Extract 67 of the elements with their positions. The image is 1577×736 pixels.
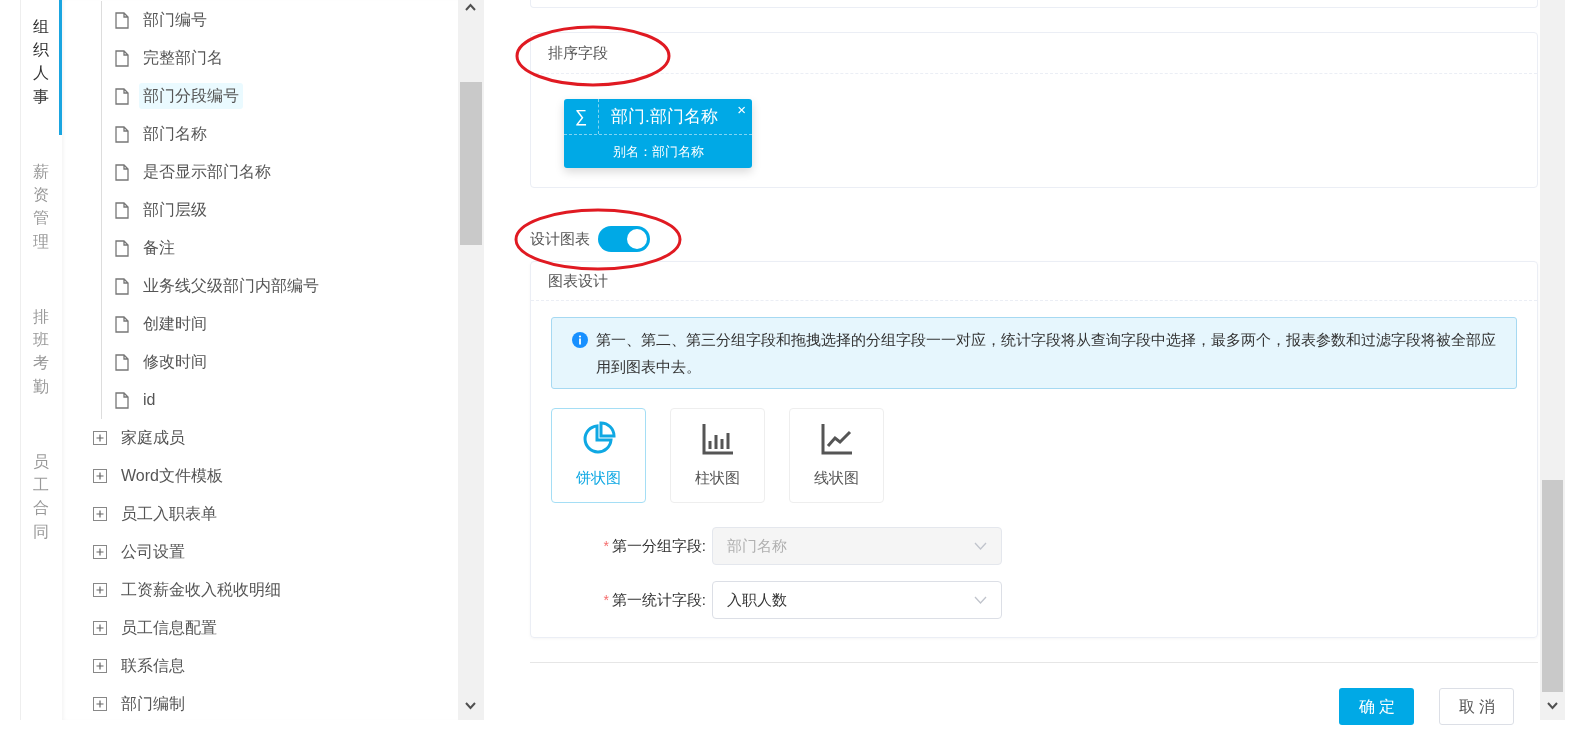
tree-item[interactable]: 部门层级 <box>139 197 211 223</box>
expand-icon[interactable] <box>93 697 107 711</box>
scrollbar-thumb[interactable] <box>1542 480 1563 692</box>
field-label: 第一统计字段: <box>611 589 706 610</box>
scrollbar[interactable] <box>1540 0 1565 720</box>
chart-type-label: 线状图 <box>814 468 859 489</box>
tree-item[interactable]: 公司设置 <box>117 539 189 565</box>
toggle-switch[interactable] <box>598 226 650 252</box>
file-icon <box>115 391 129 409</box>
scroll-down-icon[interactable] <box>1547 702 1558 710</box>
tree-item[interactable]: 业务线父级部门内部编号 <box>139 273 323 299</box>
tree-item[interactable]: 工资薪金收入税收明细 <box>117 577 285 603</box>
toggle-label: 设计图表 <box>530 228 590 249</box>
scrollbar-thumb[interactable] <box>460 82 482 245</box>
info-icon <box>572 332 588 348</box>
tree-item[interactable]: id <box>139 387 160 413</box>
expand-icon[interactable] <box>93 659 107 673</box>
tree-item[interactable]: 部门名称 <box>139 121 211 147</box>
tree-item[interactable]: 创建时间 <box>139 311 211 337</box>
scrollbar[interactable] <box>458 0 484 720</box>
section-title: 排序字段 <box>548 42 608 63</box>
tree-item[interactable]: 家庭成员 <box>117 425 189 451</box>
tree-item[interactable]: 部门编制 <box>117 691 189 717</box>
file-icon <box>115 125 129 143</box>
tree-item[interactable]: 备注 <box>139 235 179 261</box>
tree-item[interactable]: 员工入职表单 <box>117 501 221 527</box>
file-icon <box>115 87 129 105</box>
required-mark: * <box>603 590 609 610</box>
chart-type-option[interactable]: 线状图 <box>789 408 884 503</box>
file-icon <box>115 353 129 371</box>
expand-icon[interactable] <box>93 431 107 445</box>
chart-type-label: 柱状图 <box>695 468 740 489</box>
cancel-button[interactable]: 取消 <box>1439 688 1514 725</box>
tree-item[interactable]: 是否显示部门名称 <box>139 159 275 185</box>
scroll-down-icon[interactable] <box>465 702 476 710</box>
chart-type-label: 饼状图 <box>576 468 621 489</box>
tree-item[interactable]: 部门编号 <box>139 7 211 33</box>
file-icon <box>115 315 129 333</box>
chart-type-option[interactable]: 柱状图 <box>670 408 765 503</box>
tree-item[interactable]: 完整部门名 <box>139 45 227 71</box>
tree-item[interactable]: 联系信息 <box>117 653 189 679</box>
file-icon <box>115 163 129 181</box>
tree-item[interactable]: 修改时间 <box>139 349 211 375</box>
chevron-down-icon <box>974 542 987 550</box>
scroll-up-icon[interactable] <box>465 3 476 11</box>
field-label: 第一分组字段: <box>611 535 706 556</box>
file-icon <box>115 201 129 219</box>
expand-icon[interactable] <box>93 621 107 635</box>
nav-tab[interactable]: 组织人事 <box>21 0 62 135</box>
file-icon <box>115 277 129 295</box>
expand-icon[interactable] <box>93 469 107 483</box>
select-field[interactable]: 入职人数 <box>712 581 1002 619</box>
file-icon <box>115 11 129 29</box>
field-name: 部门.部门名称 <box>611 105 718 128</box>
section-title: 图表设计 <box>548 270 608 291</box>
file-icon <box>115 49 129 67</box>
tree-item[interactable]: Word文件模板 <box>117 463 227 489</box>
expand-icon[interactable] <box>93 583 107 597</box>
required-mark: * <box>603 536 609 556</box>
tree-item[interactable]: 部门分段编号 <box>139 83 243 109</box>
file-icon <box>115 239 129 257</box>
notice-text: 第一、第二、第三分组字段和拖拽选择的分组字段一一对应，统计字段将从查询字段中选择，最多两个，报表参数和过滤字段将被全部应用到图表中去。 <box>596 330 1497 377</box>
expand-icon[interactable] <box>93 507 107 521</box>
alias-label: 别名：部门名称 <box>612 142 704 161</box>
chevron-down-icon <box>974 596 987 604</box>
tree-item[interactable]: 员工信息配置 <box>117 615 221 641</box>
expand-icon[interactable] <box>93 545 107 559</box>
